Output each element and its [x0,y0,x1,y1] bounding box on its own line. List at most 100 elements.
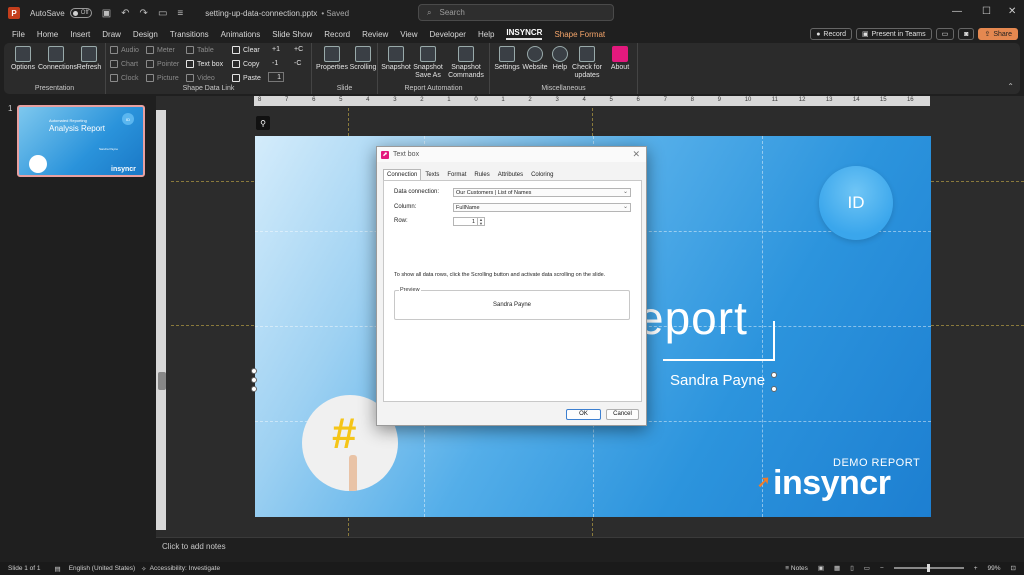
snapshot-save-as-button[interactable]: Snapshot Save As [412,46,444,80]
video-button[interactable]: Video [186,74,215,82]
save-icon[interactable]: ▣ [102,8,111,19]
about-button[interactable]: About [606,46,634,72]
tab-shape-format[interactable]: Shape Format [554,30,605,39]
tab-help[interactable]: Help [478,30,494,39]
dialog-title-bar[interactable]: ⬈ Text box ✕ [377,147,646,162]
minus-c-button[interactable]: -C [294,60,301,67]
snapshot-button[interactable]: Snapshot [381,46,411,72]
fit-slide-icon[interactable]: ⊡ [1011,564,1016,572]
step-input[interactable]: 1 [268,72,284,82]
tab-developer[interactable]: Developer [430,30,466,39]
resize-handle[interactable] [251,377,257,383]
audio-button[interactable]: Audio [110,46,139,54]
properties-button[interactable]: Properties [315,46,349,72]
maximize-icon[interactable]: ☐ [982,6,991,17]
refresh-button[interactable]: Refresh [76,46,102,72]
language-status[interactable]: English (United States) [69,565,135,572]
normal-view-icon[interactable]: ▣ [818,564,824,572]
file-name[interactable]: setting-up-data-connection.pptx [205,9,317,18]
meter-button[interactable]: Meter [146,46,175,54]
data-link-icon[interactable]: ⚲ [256,116,270,130]
undo-icon[interactable]: ↶ [121,8,129,19]
dialog-tab-texts[interactable]: Texts [421,169,443,180]
connections-button[interactable]: Connections [38,46,77,72]
dialog-close-icon[interactable]: ✕ [632,149,640,160]
dialog-tab-connection[interactable]: Connection [383,169,422,180]
row-stepper[interactable]: 1 ▲ ▼ [453,217,485,226]
accessibility-icon[interactable]: ✧ [141,565,146,573]
spellcheck-icon[interactable]: ▤ [55,565,61,573]
minus-one-button[interactable]: -1 [272,60,278,67]
pointer-button[interactable]: Pointer [146,60,179,68]
notes-toggle[interactable]: ≡ Notes [785,565,808,572]
help-button[interactable]: Help [549,46,571,72]
scrolling-button[interactable]: Scrolling [349,46,377,72]
clock-button[interactable]: Clock [110,74,139,82]
slideshow-view-icon[interactable]: ▭ [864,564,870,572]
resize-handle[interactable] [251,386,257,392]
snapshot-commands-button[interactable]: Snapshot Commands [444,46,488,80]
vertical-scrollbar-thumb[interactable] [158,372,166,390]
search-input[interactable]: ⌕ Search [418,4,614,21]
close-icon[interactable]: ✕ [1008,6,1016,17]
resize-handle[interactable] [771,372,777,378]
tab-animations[interactable]: Animations [221,30,261,39]
data-connection-select[interactable]: Our Customers | List of Names ⌄ [453,188,631,197]
options-button[interactable]: Options [10,46,36,72]
autosave-toggle[interactable]: Off [69,8,92,18]
customize-toolbar-icon[interactable]: ≡ [177,8,183,19]
clear-button[interactable]: Clear [232,46,260,54]
tab-transitions[interactable]: Transitions [170,30,209,39]
tab-view[interactable]: View [400,30,417,39]
present-icon[interactable]: ▭ [158,8,167,19]
minimize-icon[interactable]: — [952,6,962,17]
plus-c-button[interactable]: +C [294,46,303,53]
present-in-teams-button[interactable]: ▣ Present in Teams [856,28,932,40]
tab-draw[interactable]: Draw [102,30,121,39]
picture-button[interactable]: Picture [146,74,179,82]
resize-handle[interactable] [251,368,257,374]
comments-button[interactable]: ▭ [935,28,955,40]
textbox-button[interactable]: Text box [186,60,223,68]
slide-title[interactable]: eport [638,291,748,345]
tab-file[interactable]: File [12,30,25,39]
saved-status[interactable]: • Saved [321,9,349,18]
settings-button[interactable]: Settings [493,46,521,72]
ok-button[interactable]: OK [566,409,601,420]
dialog-tab-rules[interactable]: Rules [470,169,493,180]
share-button[interactable]: ⇪ Share [978,28,1018,40]
reading-view-icon[interactable]: ▯ [850,564,854,572]
slide-thumbnail[interactable]: Automated Reporting Analysis Report Sand… [17,105,145,177]
id-badge[interactable]: ID [819,166,893,240]
collapse-ribbon-icon[interactable]: ⌃ [1007,82,1014,91]
zoom-in-icon[interactable]: + [974,565,978,572]
spin-arrows-icon[interactable]: ▲ ▼ [477,218,484,225]
check-updates-button[interactable]: Check for updates [571,46,603,80]
tab-slide-show[interactable]: Slide Show [272,30,312,39]
paste-button[interactable]: Paste [232,74,261,82]
dialog-tab-attributes[interactable]: Attributes [494,169,527,180]
camera-button[interactable]: ◙ [958,28,975,40]
plus-one-button[interactable]: +1 [272,46,280,53]
slide-sorter-icon[interactable]: ▦ [834,564,840,572]
dialog-tab-coloring[interactable]: Coloring [527,169,557,180]
copy-button[interactable]: Copy [232,60,259,68]
website-button[interactable]: Website [521,46,549,72]
dialog-tab-format[interactable]: Format [443,169,470,180]
zoom-level[interactable]: 99% [988,565,1001,572]
accessibility-status[interactable]: Accessibility: Investigate [150,565,220,572]
cancel-button[interactable]: Cancel [606,409,639,420]
notes-pane[interactable]: Click to add notes [156,537,1024,561]
table-button[interactable]: Table [186,46,214,54]
chart-button[interactable]: Chart [110,60,138,68]
name-textbox[interactable]: Sandra Payne [670,372,765,389]
zoom-out-icon[interactable]: − [880,565,884,572]
zoom-slider[interactable] [893,564,964,572]
redo-icon[interactable]: ↷ [140,8,148,19]
tab-review[interactable]: Review [362,30,388,39]
tab-design[interactable]: Design [133,30,158,39]
tab-home[interactable]: Home [37,30,58,39]
tab-insyncr[interactable]: INSYNCR [506,28,543,40]
record-button[interactable]: ● Record [810,28,852,40]
resize-handle[interactable] [771,386,777,392]
